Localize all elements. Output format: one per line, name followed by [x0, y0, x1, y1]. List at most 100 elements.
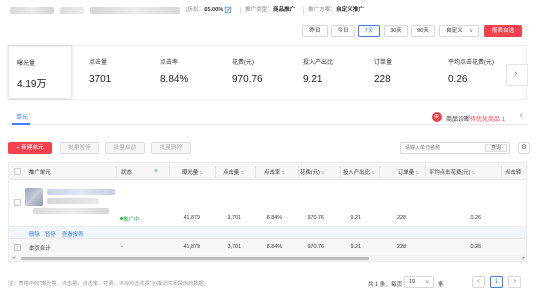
- col-divider: [379, 166, 380, 177]
- metric-label: 点击量: [89, 60, 108, 66]
- diagnosis-pending-link: 待优化商品: [470, 117, 501, 123]
- new-unit-button[interactable]: + 新建单元: [8, 142, 52, 154]
- page-size-select[interactable]: 10 ∨: [404, 276, 434, 288]
- chevron-down-icon[interactable]: ∨: [519, 112, 523, 119]
- metric-card-cost[interactable]: 花费(元) 970.76: [224, 46, 296, 99]
- metric-value: 0.26: [448, 74, 468, 85]
- cell-avg-cpc: 0.26: [470, 215, 482, 221]
- col-divider: [298, 166, 299, 177]
- col-orders[interactable]: 订单量⇅: [398, 168, 419, 176]
- horizontal-scrollbar[interactable]: ◂ ▸: [9, 255, 526, 261]
- prev-page-button[interactable]: <: [472, 276, 485, 288]
- unit-action-bar: + 新建单元 批量暂停 批量启动 批量删除 查询 ⚙: [8, 142, 530, 156]
- row-checkbox[interactable]: [14, 199, 21, 206]
- edit-icon[interactable]: [224, 6, 232, 14]
- total-ctr: 8.84%: [266, 244, 282, 250]
- col-divider: [340, 166, 341, 177]
- metric-value: 4.19万: [17, 79, 47, 90]
- col-divider: [116, 166, 117, 177]
- date-btn-30days[interactable]: 30天: [384, 25, 408, 37]
- col-avg-cpc[interactable]: 平均点击花费(元)⇅: [429, 168, 475, 176]
- total-label: 本页合计: [29, 246, 51, 252]
- col-unit: 推广单元: [29, 170, 51, 176]
- promo-type-value: 商品推广: [272, 7, 296, 13]
- scroll-right-icon[interactable]: ▸: [522, 255, 525, 261]
- sort-icon: ⇅: [471, 170, 476, 175]
- metric-label: 平均点击花费(元): [448, 60, 494, 66]
- metric-value: 9.21: [303, 74, 323, 85]
- status-filter-icon[interactable]: ∨: [154, 168, 158, 174]
- scrollbar-thumb[interactable]: [21, 257, 369, 260]
- metrics-panel: 曝光量 4.19万 点击量 3701 点击率 8.84% 花费(元) 970.7…: [8, 45, 527, 100]
- pager-unit: 条: [438, 282, 444, 288]
- divider: [240, 7, 241, 14]
- unit-table: 推广单元 状态 ∨ 曝光量⇅ 点击量⇅ 点击率⇅ 花费(元)⇅ 投入产出比⇅ 订…: [8, 162, 527, 262]
- col-clicks[interactable]: 点击量⇅: [223, 168, 244, 176]
- metric-label: 花费(元): [232, 60, 254, 66]
- select-all-checkbox[interactable]: [14, 168, 21, 175]
- metric-label: 点击率: [160, 60, 179, 66]
- delete-link[interactable]: 删除: [29, 230, 40, 238]
- unit-search-input[interactable]: [405, 144, 475, 152]
- date-btn-today[interactable]: 今日: [331, 25, 355, 37]
- metric-value: 3701: [89, 74, 112, 85]
- metric-card-clicks[interactable]: 点击量 3701: [81, 46, 153, 99]
- sort-icon: ⇅: [320, 170, 325, 175]
- metrics-next-button[interactable]: ›: [506, 64, 528, 86]
- tab-unit[interactable]: 单元: [16, 112, 28, 121]
- view-report-link[interactable]: 查看报表: [62, 230, 84, 238]
- diagnosis-link[interactable]: 商品诊断待优化商品 1: [446, 114, 505, 123]
- col-impressions[interactable]: 曝光量⇅: [182, 168, 203, 176]
- unit-meta-blurred: [33, 208, 109, 214]
- col-cost[interactable]: 花费(元)⇅: [300, 168, 325, 176]
- sort-icon: ⇅: [281, 170, 285, 175]
- next-page-button[interactable]: >: [508, 276, 521, 288]
- diagnosis-count: 1: [501, 117, 506, 123]
- search-button[interactable]: 查询: [485, 144, 507, 152]
- col-divider: [425, 166, 426, 177]
- chevron-down-icon: ∨: [469, 28, 473, 34]
- batch-delete-button[interactable]: 批量删除: [151, 142, 191, 154]
- metric-card-impressions[interactable]: 曝光量 4.19万: [8, 46, 72, 99]
- col-ctr[interactable]: 点击率⇅: [264, 168, 285, 176]
- cell-clicks: 3,701: [227, 215, 242, 221]
- metric-card-ctr[interactable]: 点击率 8.84%: [152, 46, 224, 99]
- promo-plan-value: 自定义推广: [335, 7, 364, 13]
- divider: [303, 7, 304, 14]
- col-roi[interactable]: 投入产出比⇅: [343, 168, 375, 176]
- metric-card-orders[interactable]: 订单量 228: [366, 46, 438, 99]
- plan-meta-blurred: [90, 7, 180, 14]
- promo-type: 推广类型：商品推广: [245, 7, 296, 13]
- pager-total: 共 1 条，每页: [368, 282, 403, 288]
- status-badge: 推广中: [123, 217, 140, 223]
- col-divider: [169, 166, 170, 177]
- scroll-left-icon[interactable]: ◂: [12, 255, 15, 261]
- download-report-button[interactable]: 报表自选: [484, 25, 522, 37]
- metric-value: 970.76: [232, 74, 263, 85]
- total-status: -: [121, 244, 123, 250]
- table-row: 推广中 41,879 3,701 8.84% 970.76 9.21 228 0…: [9, 180, 526, 226]
- col-status: 状态: [121, 170, 132, 176]
- custom-date-dropdown[interactable]: 自定义 ∨: [439, 25, 479, 37]
- plan-info-bar: |折扣：65.00% 推广类型：商品推广 推广方案：自定义推广: [0, 0, 553, 22]
- sort-icon: ⇅: [199, 170, 203, 175]
- total-avg-cpc: 0.26: [470, 244, 482, 250]
- batch-pause-button[interactable]: 批量暂停: [60, 142, 99, 154]
- metric-card-roi[interactable]: 投入产出比 9.21: [295, 46, 367, 99]
- metric-value: 8.84%: [160, 74, 189, 85]
- gear-icon[interactable]: ⚙: [518, 142, 530, 154]
- date-btn-yesterday[interactable]: 昨日: [302, 25, 328, 37]
- unit-search-box: 查询: [400, 142, 510, 154]
- batch-start-button[interactable]: 批量启动: [105, 142, 145, 154]
- page-1-button[interactable]: 1: [490, 276, 503, 288]
- custom-date-label: 自定义: [446, 28, 463, 34]
- metric-value: 228: [374, 74, 391, 85]
- table-header: 推广单元 状态 ∨ 曝光量⇅ 点击量⇅ 点击率⇅ 花费(元)⇅ 投入产出比⇅ 订…: [9, 163, 526, 180]
- metric-label: 曝光量: [17, 61, 36, 67]
- date-btn-90days[interactable]: 90天: [411, 25, 435, 37]
- sort-icon: ⇅: [240, 170, 244, 175]
- pause-link[interactable]: 暂停: [45, 230, 56, 238]
- metric-card-avg-cpc[interactable]: 平均点击花费(元) 0.26: [440, 46, 512, 99]
- unit-name-blurred[interactable]: [47, 189, 115, 195]
- date-btn-7days[interactable]: 7天: [358, 25, 380, 37]
